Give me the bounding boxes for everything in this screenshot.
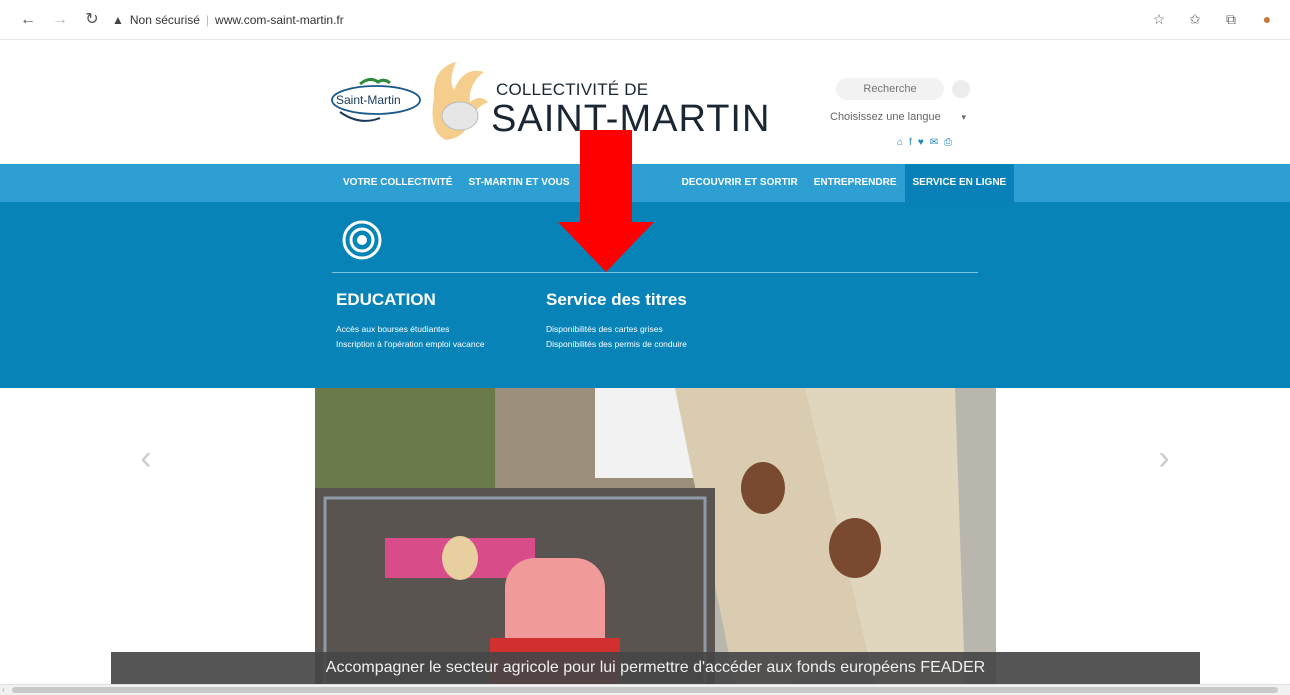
facebook-icon[interactable]: f (909, 137, 912, 148)
address-separator: | (205, 13, 210, 27)
menu-column-service-titres: Service des titres Disponibilités des ca… (546, 290, 687, 352)
carousel-caption[interactable]: Accompagner le secteur agricole pour lui… (111, 652, 1200, 684)
nav-item-service-en-ligne[interactable]: SERVICE EN LIGNE (904, 164, 1015, 202)
image-carousel: ‹ › Accompagner le secteur agricole pour… (0, 388, 1290, 684)
collections-icon[interactable]: ⧉ (1222, 9, 1240, 29)
horizontal-scrollbar[interactable]: ‹ (0, 684, 1290, 695)
carousel-next-icon[interactable]: › (1152, 440, 1176, 476)
link-cartes-grises[interactable]: Disponibilités des cartes grises (546, 322, 687, 337)
column-title-education[interactable]: EDUCATION (336, 290, 485, 310)
back-icon[interactable]: ← (18, 10, 38, 30)
red-arrow-annotation (558, 130, 654, 272)
online-service-icon (342, 220, 382, 260)
warning-icon: ▲ (112, 13, 124, 27)
search-button[interactable] (952, 80, 970, 98)
link-permis-conduire[interactable]: Disponibilités des permis de conduire (546, 337, 687, 352)
search-input[interactable] (836, 78, 944, 100)
twitter-icon[interactable]: ♥ (918, 137, 924, 148)
email-icon[interactable]: ✉ (930, 137, 938, 148)
nav-item-votre-collectivite[interactable]: VOTRE COLLECTIVITÉ (335, 164, 460, 202)
nav-item-decouvrir-et-sortir[interactable]: DECOUVRIR ET SORTIR (674, 164, 806, 202)
search-box (836, 78, 970, 100)
link-emploi-vacance[interactable]: Inscription à l'opération emploi vacance (336, 337, 485, 352)
mega-menu-divider (332, 272, 978, 273)
add-favorite-icon[interactable]: ☆ (1150, 9, 1168, 29)
favorites-icon[interactable]: ✩ (1186, 9, 1204, 29)
language-select-label: Choisissez une langue (830, 111, 941, 123)
chevron-down-icon: ▾ (961, 111, 966, 122)
saint-martin-logo[interactable]: Saint-Martin (330, 74, 422, 126)
carousel-slide-image (315, 388, 996, 684)
toolbar-icons: ☆ ✩ ⧉ ● (1150, 9, 1276, 29)
language-select[interactable]: Choisissez une langue ▾ (826, 107, 972, 127)
carousel-prev-icon[interactable]: ‹ (134, 440, 158, 476)
print-icon[interactable]: ⎙ (944, 137, 952, 148)
forward-icon[interactable]: → (50, 10, 70, 30)
refresh-icon[interactable]: ↻ (82, 10, 102, 30)
logo-text: Saint-Martin (336, 93, 401, 107)
security-label: Non sécurisé (129, 13, 200, 27)
social-links: ⌂ f ♥ ✉ ⎙ (897, 137, 952, 148)
url-text: www.com-saint-martin.fr (215, 13, 344, 27)
home-icon[interactable]: ⌂ (897, 137, 903, 148)
bird-emblem (432, 62, 488, 140)
menu-column-education: EDUCATION Accès aux bourses étudiantes I… (336, 290, 485, 352)
scroll-left-icon[interactable]: ‹ (2, 685, 5, 695)
address-bar[interactable]: ▲ Non sécurisé | www.com-saint-martin.fr (112, 8, 1290, 32)
nav-item-entreprendre[interactable]: ENTREPRENDRE (806, 164, 905, 202)
scrollbar-thumb[interactable] (12, 687, 1278, 693)
link-bourses[interactable]: Accès aux bourses étudiantes (336, 322, 485, 337)
brand-subtitle: COLLECTIVITÉ DE (496, 80, 649, 99)
profile-icon[interactable]: ● (1258, 9, 1276, 29)
browser-toolbar: ← → ↻ ▲ Non sécurisé | www.com-saint-mar… (0, 0, 1290, 40)
column-title-service-titres[interactable]: Service des titres (546, 290, 687, 310)
